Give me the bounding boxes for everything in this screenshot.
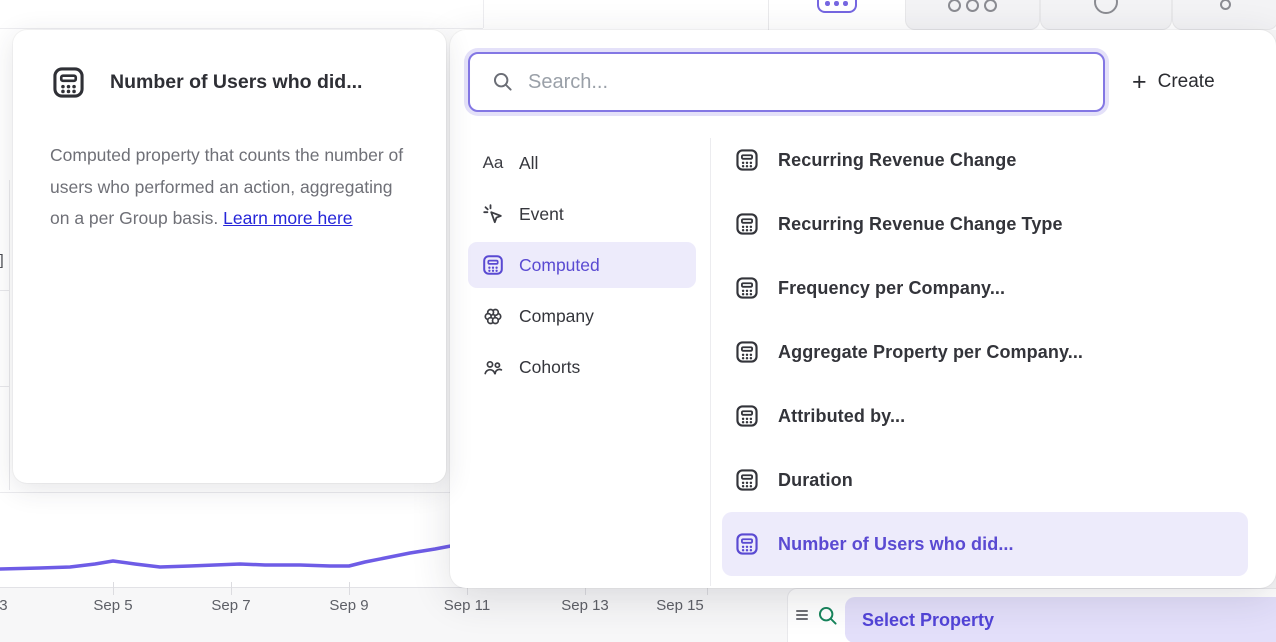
property-row[interactable]: Recurring Revenue Change Type (722, 192, 1248, 256)
select-property-button[interactable]: Select Property (845, 597, 1276, 642)
calculator-icon (734, 147, 760, 173)
property-search-icon (817, 605, 839, 627)
property-label: Attributed by... (778, 406, 905, 427)
calculator-icon (480, 253, 506, 277)
property-row[interactable]: Frequency per Company... (722, 256, 1248, 320)
search-box (468, 52, 1105, 112)
property-label: Frequency per Company... (778, 278, 1005, 299)
category-label: Event (519, 204, 564, 225)
x-axis-label: Sep 15 (656, 597, 704, 614)
learn-more-link[interactable]: Learn more here (223, 208, 352, 228)
create-button-label: Create (1158, 71, 1215, 93)
create-button[interactable]: + Create (1132, 66, 1215, 98)
property-row-selected[interactable]: Number of Users who did... (722, 512, 1248, 576)
property-picker-panel: + Create Aa All Event Computed Company (450, 30, 1276, 588)
metric-type-tabstrip (720, 0, 1276, 30)
calculator-icon (50, 64, 87, 101)
background-row-divider (0, 386, 9, 387)
x-axis-label: Sep 5 (93, 597, 132, 614)
property-row[interactable]: Recurring Revenue Change (722, 128, 1248, 192)
x-axis-label: Sep 11 (444, 597, 490, 614)
company-cluster-icon (480, 304, 506, 328)
tab-second[interactable] (905, 0, 1040, 30)
category-item-cohorts[interactable]: Cohorts (468, 344, 696, 390)
tab-computed[interactable] (768, 0, 905, 30)
tooltip-title: Number of Users who did... (110, 71, 362, 94)
property-label: Duration (778, 470, 853, 491)
history-arc-icon (1094, 0, 1118, 14)
category-label: All (519, 153, 538, 174)
search-input[interactable] (526, 70, 1103, 95)
category-item-all[interactable]: Aa All (468, 140, 696, 186)
cohorts-people-icon (480, 355, 506, 379)
category-list: Aa All Event Computed Company Cohorts (468, 140, 696, 390)
property-label: Recurring Revenue Change (778, 150, 1016, 171)
property-row[interactable]: Duration (722, 448, 1248, 512)
x-axis-tick (113, 582, 114, 595)
category-item-company[interactable]: Company (468, 293, 696, 339)
small-circle-icon (1220, 0, 1231, 10)
property-label: Number of Users who did... (778, 534, 1014, 555)
x-axis-label: Sep 9 (329, 597, 368, 614)
search-icon (492, 71, 514, 93)
drag-handle-icon[interactable] (796, 610, 808, 620)
calculator-icon (734, 467, 760, 493)
category-label: Company (519, 306, 594, 327)
aa-text-icon: Aa (480, 153, 506, 173)
property-label: Recurring Revenue Change Type (778, 214, 1063, 235)
tab-fourth[interactable] (1172, 0, 1276, 30)
picker-divider (710, 138, 711, 586)
dots-icon (948, 0, 997, 12)
property-list: Recurring Revenue Change Recurring Reven… (722, 128, 1248, 576)
property-row[interactable]: Attributed by... (722, 384, 1248, 448)
category-label: Computed (519, 255, 600, 276)
x-axis-tick (231, 582, 232, 595)
x-axis-label: Sep 7 (211, 597, 250, 614)
divider-top (0, 28, 483, 29)
property-tooltip-card: Number of Users who did... Computed prop… (13, 30, 446, 483)
calculator-icon (734, 403, 760, 429)
calculator-icon (817, 0, 857, 13)
x-axis-tick (349, 582, 350, 595)
cursor-click-icon (480, 202, 506, 226)
tab-third[interactable] (1040, 0, 1172, 30)
background-text-fragment: y] (0, 252, 4, 269)
category-item-event[interactable]: Event (468, 191, 696, 237)
property-label: Aggregate Property per Company... (778, 342, 1083, 363)
x-axis-label: Sep 3 (0, 597, 8, 614)
background-row-divider (0, 290, 9, 291)
calculator-icon (734, 531, 760, 557)
query-builder-panel: Select Property (787, 588, 1276, 642)
tooltip-description: Computed property that counts the number… (50, 140, 412, 235)
background-panel-edge (9, 180, 10, 490)
screen: Sep 3 Sep 5 Sep 7 Sep 9 Sep 11 Sep 13 Se… (0, 0, 1276, 642)
calculator-icon (734, 211, 760, 237)
property-row[interactable]: Aggregate Property per Company... (722, 320, 1248, 384)
calculator-icon (734, 275, 760, 301)
calculator-icon (734, 339, 760, 365)
category-label: Cohorts (519, 357, 580, 378)
plus-icon: + (1132, 70, 1147, 95)
category-item-computed[interactable]: Computed (468, 242, 696, 288)
x-axis-label: Sep 13 (561, 597, 609, 614)
divider-top-vertical (483, 0, 484, 28)
